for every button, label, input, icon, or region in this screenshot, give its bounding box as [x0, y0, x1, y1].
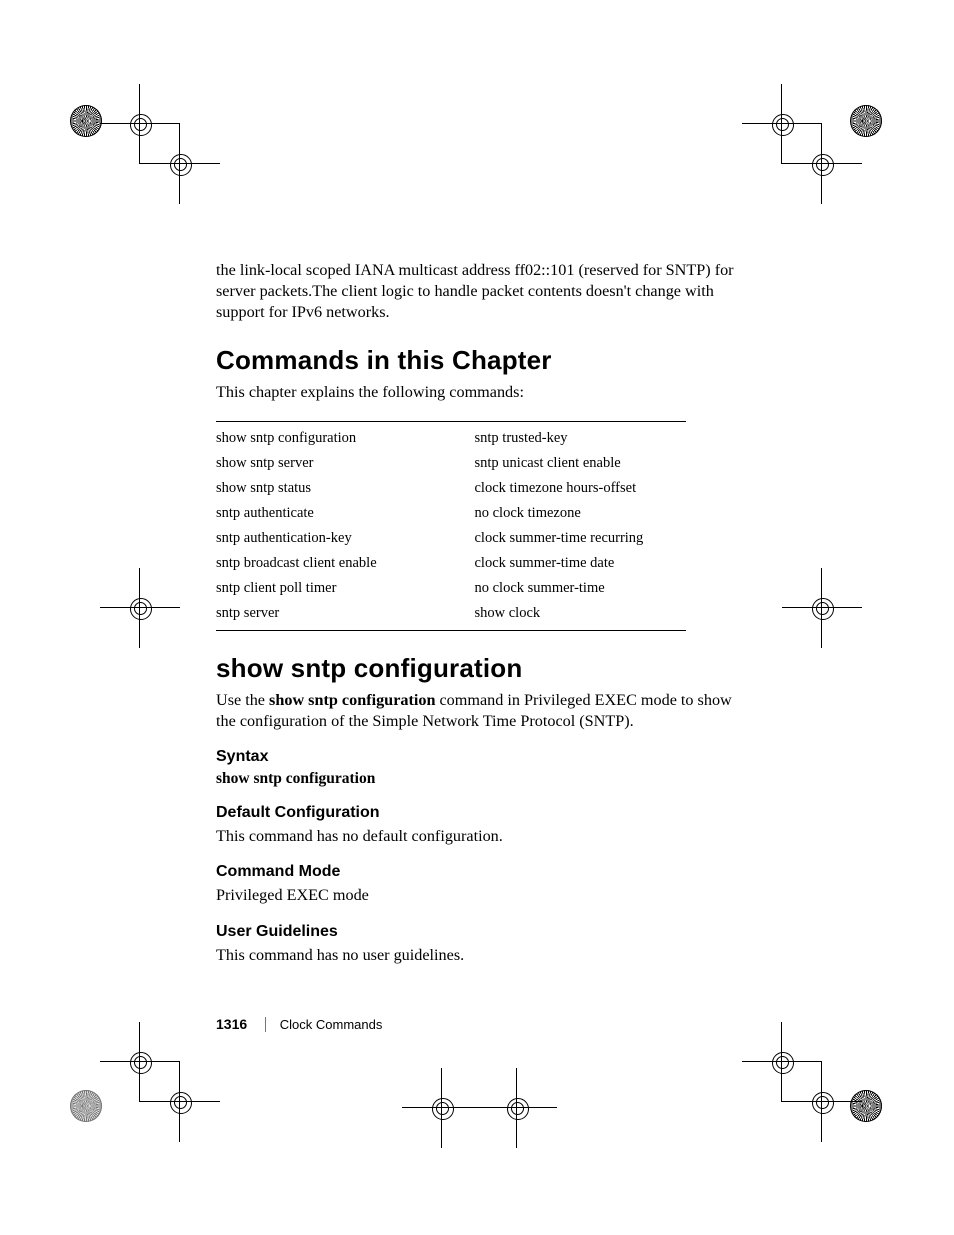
- intro-paragraph: the link-local scoped IANA multicast add…: [216, 260, 736, 323]
- cmd-right: sntp unicast client enable: [475, 451, 687, 476]
- cmd-left: sntp server: [216, 601, 475, 631]
- cmd-right: no clock summer-time: [475, 576, 687, 601]
- registration-mark-icon: [168, 1090, 192, 1114]
- registration-mark-icon: [810, 1090, 834, 1114]
- table-row: sntp authentication-keyclock summer-time…: [216, 526, 686, 551]
- registration-mark-icon: [810, 596, 834, 620]
- registration-mark-icon: [128, 112, 152, 136]
- registration-mark-icon: [505, 1096, 529, 1120]
- cmd-left: show sntp configuration: [216, 422, 475, 452]
- cmd-left: show sntp status: [216, 476, 475, 501]
- chapter-name: Clock Commands: [280, 1017, 383, 1032]
- footer-divider: [265, 1017, 266, 1032]
- cmd-right: clock summer-time date: [475, 551, 687, 576]
- page-number: 1316: [216, 1016, 247, 1032]
- syntax-heading: Syntax: [216, 748, 736, 766]
- cmd-right: show clock: [475, 601, 687, 631]
- user-guidelines-heading: User Guidelines: [216, 923, 736, 941]
- registration-mark-icon: [128, 596, 152, 620]
- registration-mark-icon: [430, 1096, 454, 1120]
- registration-mark-icon: [770, 1050, 794, 1074]
- command-mode-body: Privileged EXEC mode: [216, 885, 736, 906]
- cmd-right: sntp trusted-key: [475, 422, 687, 452]
- cmd-right: clock summer-time recurring: [475, 526, 687, 551]
- table-row: show sntp configurationsntp trusted-key: [216, 422, 686, 452]
- registration-mark-icon: [810, 152, 834, 176]
- user-guidelines-body: This command has no user guidelines.: [216, 945, 736, 966]
- lead-pre: Use the: [216, 691, 269, 709]
- page-body: the link-local scoped IANA multicast add…: [216, 260, 736, 980]
- command-mode-heading: Command Mode: [216, 863, 736, 881]
- rosette-icon: [70, 105, 102, 137]
- cmd-left: show sntp server: [216, 451, 475, 476]
- show-sntp-lead: Use the show sntp configuration command …: [216, 690, 736, 732]
- cmd-right: clock timezone hours-offset: [475, 476, 687, 501]
- registration-mark-icon: [128, 1050, 152, 1074]
- table-row: sntp servershow clock: [216, 601, 686, 631]
- table-row: sntp authenticateno clock timezone: [216, 501, 686, 526]
- lead-cmd: show sntp configuration: [269, 691, 435, 709]
- cmd-left: sntp authentication-key: [216, 526, 475, 551]
- table-row: sntp client poll timerno clock summer-ti…: [216, 576, 686, 601]
- commands-chapter-heading: Commands in this Chapter: [216, 345, 736, 376]
- syntax-command: show sntp configuration: [216, 770, 736, 788]
- table-row: show sntp serversntp unicast client enab…: [216, 451, 686, 476]
- cmd-left: sntp authenticate: [216, 501, 475, 526]
- rosette-icon: [850, 105, 882, 137]
- rosette-icon: [70, 1090, 102, 1122]
- registration-mark-icon: [168, 152, 192, 176]
- default-config-heading: Default Configuration: [216, 804, 736, 822]
- cmd-left: sntp client poll timer: [216, 576, 475, 601]
- default-config-body: This command has no default configuratio…: [216, 826, 736, 847]
- table-row: sntp broadcast client enableclock summer…: [216, 551, 686, 576]
- cmd-left: sntp broadcast client enable: [216, 551, 475, 576]
- show-sntp-heading: show sntp configuration: [216, 653, 736, 684]
- cmd-right: no clock timezone: [475, 501, 687, 526]
- registration-mark-icon: [770, 112, 794, 136]
- commands-chapter-lead: This chapter explains the following comm…: [216, 382, 736, 403]
- commands-table: show sntp configurationsntp trusted-key …: [216, 421, 686, 631]
- rosette-icon: [850, 1090, 882, 1122]
- table-row: show sntp statusclock timezone hours-off…: [216, 476, 686, 501]
- page-footer: 1316 Clock Commands: [216, 1016, 382, 1032]
